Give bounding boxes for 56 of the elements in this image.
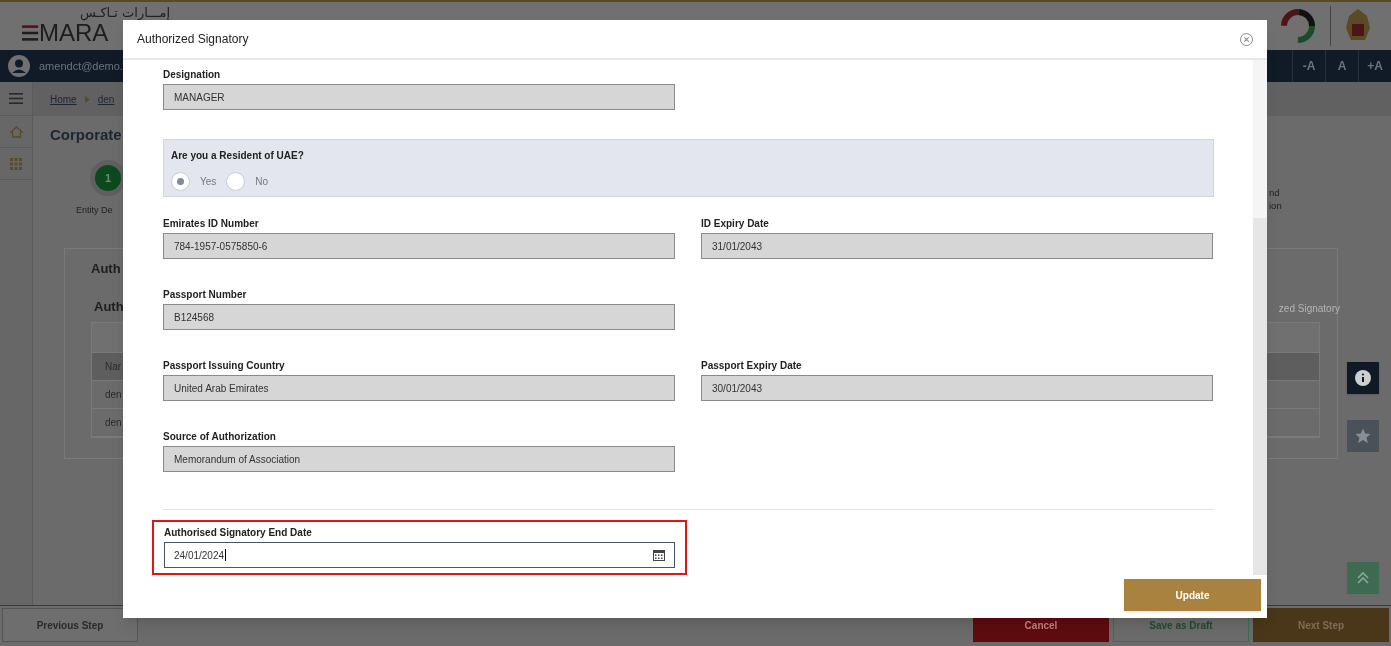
readonly-field[interactable]: B124568 [163, 304, 675, 331]
radio-label: Yes [200, 175, 217, 189]
scrollbar[interactable] [1253, 60, 1267, 575]
step-label: Entity De [76, 204, 113, 217]
user-avatar-icon[interactable] [8, 55, 30, 77]
question-label: Are you a Resident of UAE? [171, 149, 305, 162]
field-label: Passport Number [163, 288, 248, 302]
field-label: Designation [163, 68, 222, 81]
close-icon[interactable] [1240, 32, 1253, 46]
radio-button[interactable] [171, 172, 190, 191]
field-label: Passport Expiry Date [701, 359, 803, 373]
field-label: Authorised Signatory End Date [164, 526, 313, 539]
logo-text: MARA [39, 20, 109, 46]
menu-icon[interactable] [9, 93, 23, 104]
modal-title: Authorized Signatory [137, 31, 249, 48]
field-label: Emirates ID Number [163, 217, 260, 231]
field-label: Passport Issuing Country [163, 359, 286, 373]
step-label: ion [1269, 199, 1283, 212]
readonly-field[interactable]: 30/01/2043 [701, 375, 1213, 402]
readonly-field[interactable]: Memorandum of Association [163, 446, 675, 473]
readonly-field[interactable]: MANAGER [163, 84, 675, 110]
section-title: Auth [94, 299, 124, 316]
footer-button[interactable]: Next Step [1253, 608, 1389, 642]
page-title: Corporate [50, 126, 123, 144]
ring-logo-icon [1278, 6, 1318, 46]
readonly-field[interactable]: 784-1957-0575850-6 [163, 233, 675, 260]
footer-button[interactable]: Previous Step [2, 608, 138, 642]
info-icon [1355, 370, 1371, 386]
home-icon[interactable] [9, 125, 23, 138]
logo-e-icon [22, 23, 39, 43]
info-button[interactable] [1347, 362, 1379, 394]
star-icon [1355, 428, 1371, 444]
table-cell-text: den [105, 416, 122, 430]
date-field[interactable]: 24/01/2024 [164, 542, 675, 568]
radio-button[interactable] [226, 172, 246, 191]
table-cell-text: den [105, 388, 122, 402]
section-link[interactable]: zed Signatory [1278, 301, 1340, 316]
favorite-button[interactable] [1347, 420, 1379, 452]
grid-icon[interactable] [10, 157, 22, 170]
arabic-logo-text: إمـــارات تـاكـس [80, 6, 171, 20]
card-title: Auth [91, 261, 122, 277]
radio-label: No [255, 175, 269, 189]
chevron-right-icon [84, 95, 90, 103]
user-email: amendct@demo. [39, 58, 123, 74]
step-label: nd [1269, 186, 1281, 199]
field-label: Source of Authorization [163, 430, 277, 444]
double-chevron-up-icon [1356, 571, 1370, 585]
update-button[interactable]: Update [1124, 579, 1261, 611]
scroll-top-button[interactable] [1347, 562, 1379, 594]
step-number[interactable]: 1 [95, 165, 121, 191]
readonly-field[interactable]: United Arab Emirates [163, 375, 675, 402]
field-label: ID Expiry Date [701, 217, 770, 231]
readonly-field[interactable]: 31/01/2043 [701, 233, 1213, 260]
breadcrumb-link[interactable]: Home [50, 91, 77, 107]
breadcrumb-link[interactable]: den [97, 91, 115, 107]
calendar-icon[interactable] [653, 549, 665, 561]
